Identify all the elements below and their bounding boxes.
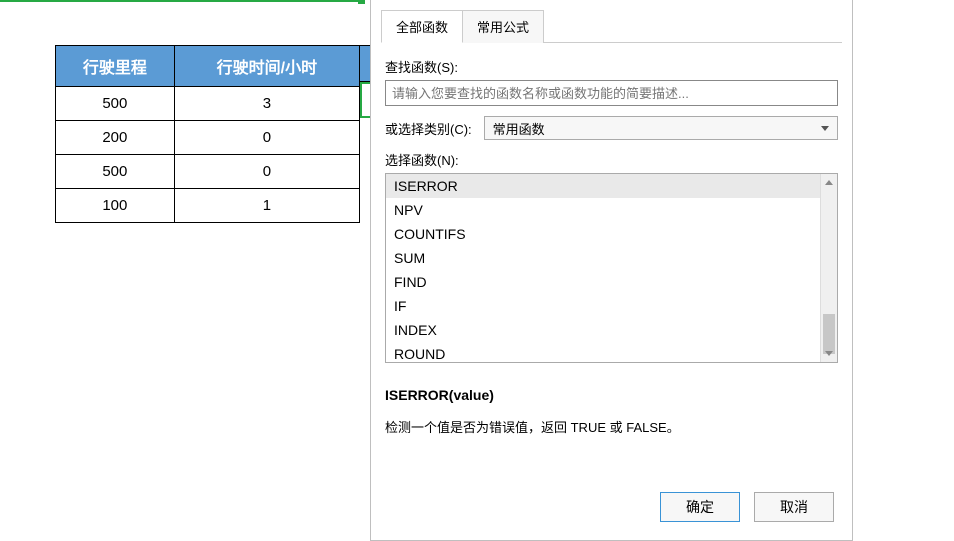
- table-row: 100 1: [56, 189, 360, 223]
- table-cell[interactable]: 1: [174, 189, 359, 223]
- function-description: 检测一个值是否为错误值，返回 TRUE 或 FALSE。: [385, 417, 838, 436]
- table-header: 行驶时间/小时: [174, 46, 359, 87]
- table-row: 200 0: [56, 121, 360, 155]
- cancel-button[interactable]: 取消: [754, 492, 834, 522]
- function-item-npv[interactable]: NPV: [386, 198, 820, 222]
- function-item-find[interactable]: FIND: [386, 270, 820, 294]
- table-row: 500 0: [56, 155, 360, 189]
- function-item-countifs[interactable]: COUNTIFS: [386, 222, 820, 246]
- scrollbar[interactable]: [820, 174, 837, 362]
- table-cell[interactable]: 100: [56, 189, 175, 223]
- table-cell[interactable]: 0: [174, 155, 359, 189]
- function-item-sum[interactable]: SUM: [386, 246, 820, 270]
- dialog-buttons: 确定 取消: [660, 492, 834, 522]
- arrow-down-icon: [825, 351, 833, 356]
- tab-common-formulas[interactable]: 常用公式: [463, 10, 544, 43]
- table-cell[interactable]: 500: [56, 87, 175, 121]
- category-select[interactable]: 常用函数: [484, 116, 838, 140]
- category-value: 常用函数: [493, 119, 545, 138]
- chevron-down-icon: [821, 126, 829, 131]
- table-cell[interactable]: 0: [174, 121, 359, 155]
- function-item-index[interactable]: INDEX: [386, 318, 820, 342]
- scroll-up-button[interactable]: [821, 174, 837, 191]
- data-table: 行驶里程 行驶时间/小时 500 3 200 0 500 0 100 1: [55, 45, 360, 223]
- table-cell[interactable]: 3: [174, 87, 359, 121]
- insert-function-dialog: 全部函数 常用公式 查找函数(S): 或选择类别(C): 常用函数 选择函数(N…: [370, 0, 853, 541]
- table-cell[interactable]: 500: [56, 155, 175, 189]
- arrow-up-icon: [825, 180, 833, 185]
- form-area: 查找函数(S): 或选择类别(C): 常用函数 选择函数(N): ISERROR…: [371, 43, 852, 436]
- table-cell[interactable]: 200: [56, 121, 175, 155]
- ok-button[interactable]: 确定: [660, 492, 740, 522]
- table-row: 500 3: [56, 87, 360, 121]
- function-item-round[interactable]: ROUND: [386, 342, 820, 363]
- function-list: ISERROR NPV COUNTIFS SUM FIND IF INDEX R…: [385, 173, 838, 363]
- function-item-if[interactable]: IF: [386, 294, 820, 318]
- selection-handle: [358, 0, 365, 4]
- function-signature: ISERROR(value): [385, 387, 838, 403]
- search-label: 查找函数(S):: [385, 57, 838, 76]
- dialog-tabs: 全部函数 常用公式: [371, 0, 852, 43]
- search-input[interactable]: [385, 80, 838, 106]
- function-item-iserror[interactable]: ISERROR: [386, 174, 820, 198]
- select-function-label: 选择函数(N):: [385, 150, 838, 169]
- category-label: 或选择类别(C):: [385, 119, 472, 138]
- table-header: 行驶里程: [56, 46, 175, 87]
- selection-line: [0, 0, 360, 2]
- tab-all-functions[interactable]: 全部函数: [381, 10, 463, 43]
- scroll-down-button[interactable]: [821, 345, 837, 362]
